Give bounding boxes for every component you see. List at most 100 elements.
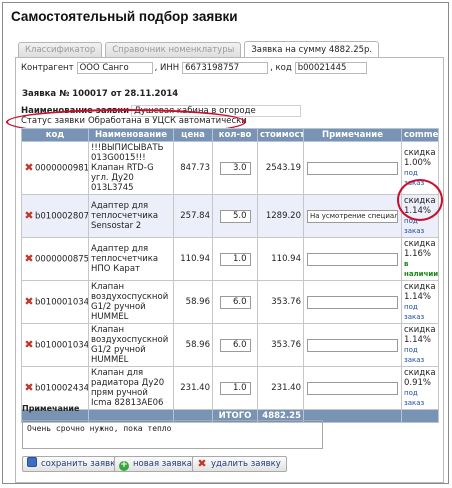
qty-cell: 3.0 (212, 141, 258, 195)
col-header-note[interactable]: Примечание (303, 128, 402, 142)
discount-text: скидка 1.14% (404, 325, 436, 345)
qty-input[interactable]: 1.0 (219, 252, 251, 266)
save-button-label: сохранить заявку (41, 459, 121, 469)
col-header-cost[interactable]: стоимость (257, 128, 304, 142)
code-cell: ✖b0100010347 (21, 280, 89, 324)
qty-input[interactable]: 6.0 (219, 295, 251, 309)
tab-nomenclature[interactable]: Справочник номенклатуры (105, 42, 242, 57)
item-cost: 1289.20 (257, 194, 304, 238)
table-row: ✖00000009814 !!!ВЫПИСЫВАТЬ 013G0015!!! К… (21, 141, 439, 195)
status-link[interactable]: под заказ (404, 345, 436, 365)
qty-cell: 1.0 (212, 366, 258, 410)
delete-x-icon[interactable]: ✖ (24, 210, 34, 221)
note-input[interactable] (307, 295, 398, 309)
tab-order[interactable]: Заявка на сумму 4882.25р. (244, 41, 380, 58)
delete-x-icon[interactable]: ✖ (24, 339, 34, 350)
discount-text: скидка 1.16% (404, 239, 436, 259)
delete-x-icon[interactable]: ✖ (24, 382, 34, 393)
col-header-price[interactable]: цена (173, 128, 213, 142)
item-name: !!!ВЫПИСЫВАТЬ 013G0015!!! Клапан RTD-G у… (88, 141, 174, 195)
code-cell: ✖00000009814 (21, 141, 89, 195)
counterparty-line: Контрагент ООО Санго , ИНН 6673198757 , … (21, 62, 367, 74)
item-price: 58.96 (173, 323, 213, 367)
tab-classifier[interactable]: Классификатор (18, 42, 103, 57)
qty-input[interactable]: 3.0 (219, 161, 251, 175)
delete-x-icon[interactable]: ✖ (24, 162, 34, 173)
qty-cell: 6.0 (212, 280, 258, 324)
delete-order-button-label: удалить заявку (211, 459, 281, 469)
delete-x-icon[interactable]: ✖ (24, 253, 34, 264)
new-order-button[interactable]: + новая заявка (114, 456, 198, 472)
tab-bar: Классификатор Справочник номенклатуры За… (18, 41, 382, 58)
qty-input[interactable]: 5.0 (219, 209, 251, 223)
item-price: 58.96 (173, 280, 213, 324)
inn-field[interactable]: 6673198757 (182, 62, 269, 74)
item-name: Адаптер для теплосчетчика Sensostar 2 (88, 194, 174, 238)
item-name: Адаптер для теплосчетчика НПО Карат (88, 237, 174, 281)
col-header-name[interactable]: Наименование (88, 128, 174, 142)
note-cell (303, 366, 402, 410)
window-frame: Самостоятельный подбор заявки Классифика… (2, 2, 449, 484)
discount-text: скидка 1.00% (404, 148, 436, 168)
item-price: 231.40 (173, 366, 213, 410)
item-name: Клапан воздухоспускной G1/2 ручной HUMME… (88, 323, 174, 367)
plus-circle-icon: + (119, 460, 129, 471)
delete-order-button[interactable]: ✖ удалить заявку (192, 456, 287, 472)
total-empty-cell (401, 409, 439, 423)
note-input[interactable] (307, 252, 398, 266)
table-header-row: код Наименование цена кол-во стоимость П… (21, 128, 439, 142)
note-input[interactable] (307, 161, 398, 175)
floppy-disk-icon (27, 457, 37, 467)
save-button[interactable]: сохранить заявку (22, 456, 127, 472)
item-cost: 353.76 (257, 280, 304, 324)
qty-cell: 5.0 (212, 194, 258, 238)
code-cell: ✖b0100010347 (21, 323, 89, 367)
note-cell: На усмотрение специалиста (303, 194, 402, 238)
order-title: Заявка № 100017 от 28.11.2014 (22, 89, 179, 99)
note-input[interactable] (307, 381, 398, 395)
inn-label: , ИНН (154, 63, 180, 73)
item-code: b0100010347 (35, 340, 88, 351)
note-cell (303, 141, 402, 195)
delete-x-icon[interactable]: ✖ (24, 296, 34, 307)
qty-cell: 1.0 (212, 237, 258, 281)
item-code: 00000009814 (35, 163, 88, 174)
order-items-table: код Наименование цена кол-во стоимость П… (21, 128, 439, 423)
table-row: ✖b0100024346 Клапан для радиатора Ду20 п… (21, 366, 439, 410)
counterparty-name-field[interactable]: ООО Санго (76, 62, 153, 74)
discount-text: скидка 0.91% (404, 368, 436, 388)
col-header-qty[interactable]: кол-во (212, 128, 258, 142)
item-cost: 2543.19 (257, 141, 304, 195)
note-cell (303, 237, 402, 281)
qty-input[interactable]: 1.0 (219, 381, 251, 395)
item-price: 110.94 (173, 237, 213, 281)
status-link[interactable]: под заказ (404, 388, 436, 408)
item-code: b0100024346 (35, 383, 88, 394)
note-cell (303, 280, 402, 324)
code-cell: ✖00000008759 (21, 237, 89, 281)
counterparty-label: Контрагент (21, 63, 74, 73)
item-name: Клапан воздухоспускной G1/2 ручной HUMME… (88, 280, 174, 324)
code-field[interactable]: b00021445 (294, 62, 367, 74)
new-order-button-label: новая заявка (133, 459, 192, 469)
code-label: , код (270, 63, 292, 73)
table-row: ✖b0100010347 Клапан воздухоспускной G1/2… (21, 323, 439, 367)
order-panel: Контрагент ООО Санго , ИНН 6673198757 , … (6, 57, 444, 483)
col-header-code[interactable]: код (21, 128, 89, 142)
comment-cell: скидка 1.14% под заказ (401, 280, 439, 324)
note-input[interactable] (307, 338, 398, 352)
item-cost: 110.94 (257, 237, 304, 281)
item-price: 847.73 (173, 141, 213, 195)
col-header-comment[interactable]: comment (401, 128, 439, 142)
note-label: Примечание (22, 404, 80, 413)
note-input[interactable]: На усмотрение специалиста (307, 209, 398, 223)
item-cost: 353.76 (257, 323, 304, 367)
qty-input[interactable]: 6.0 (219, 338, 251, 352)
delete-x-icon: ✖ (197, 457, 207, 470)
note-textarea[interactable]: Очень срочно нужно, пока тепло (22, 420, 323, 449)
status-link[interactable]: под заказ (404, 302, 436, 322)
table-row: ✖00000008759 Адаптер для теплосчетчика Н… (21, 237, 439, 281)
page-title: Самостоятельный подбор заявки (11, 9, 238, 24)
comment-cell: скидка 1.14% под заказ (401, 323, 439, 367)
table-row: ✖b0100010347 Клапан воздухоспускной G1/2… (21, 280, 439, 324)
